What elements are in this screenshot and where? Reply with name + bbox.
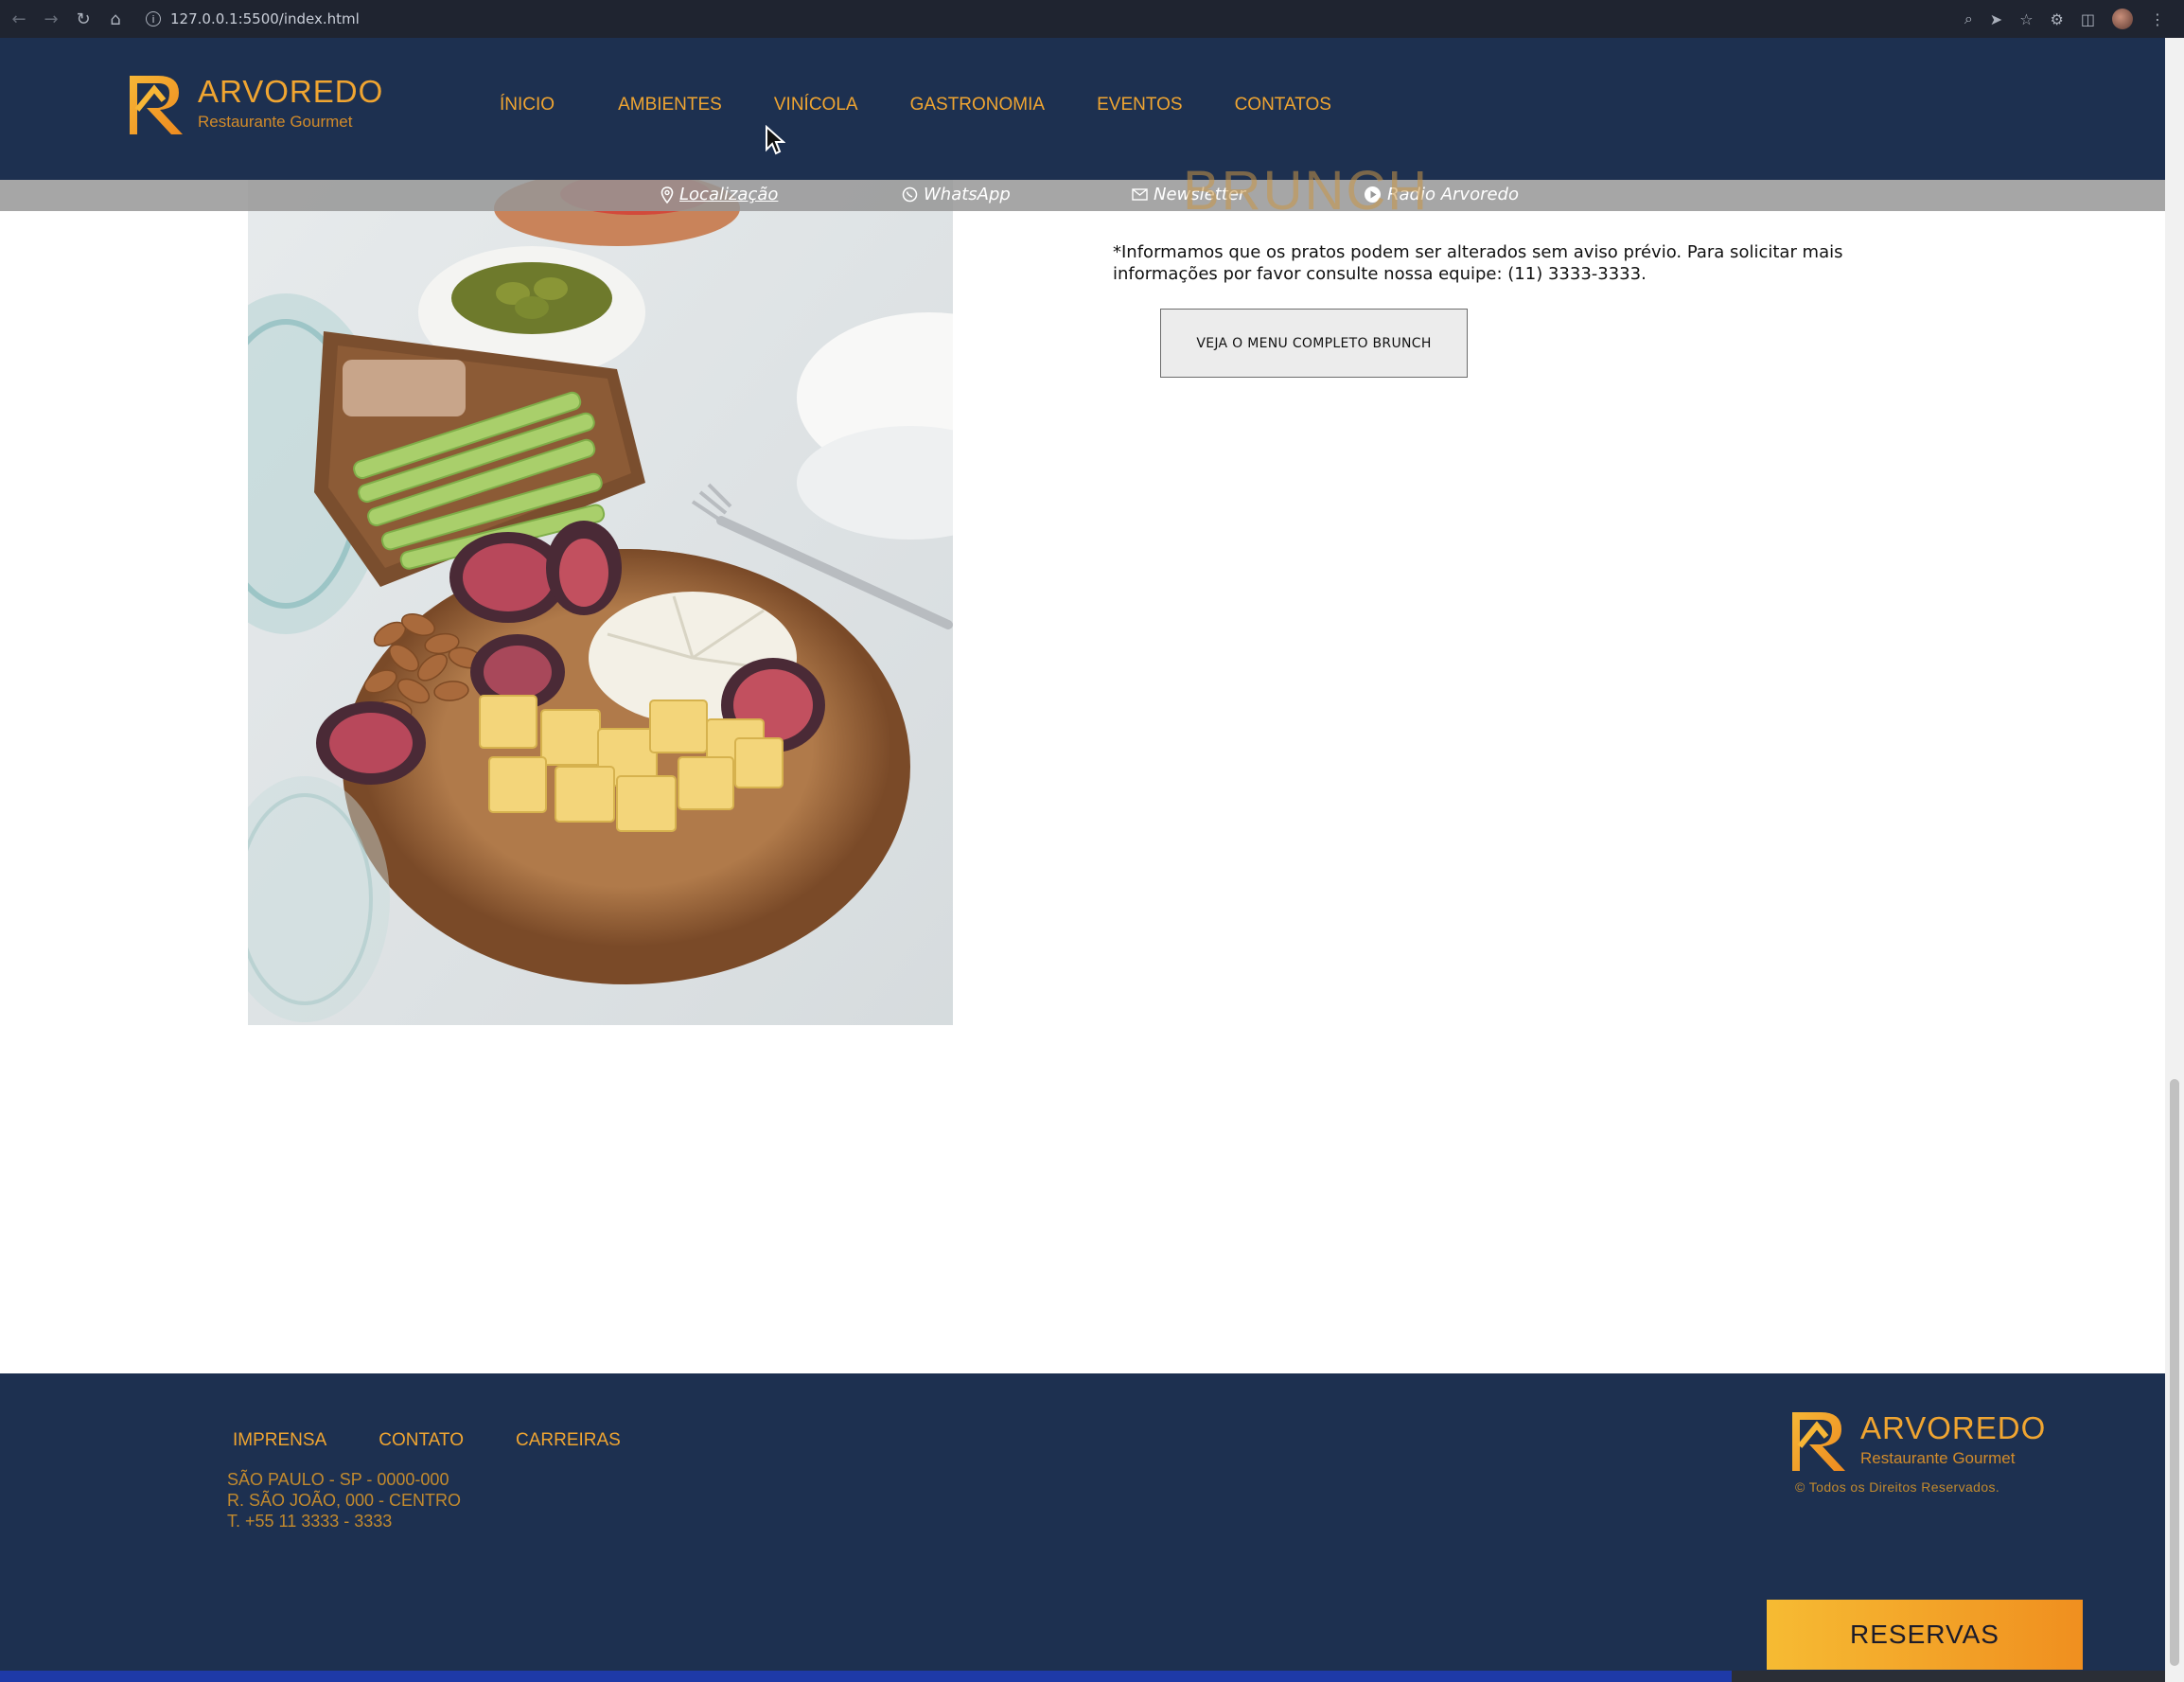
radio-label: Radio Arvoredo	[1387, 185, 1519, 204]
footer-logo[interactable]: ARVOREDO Restaurante Gourmet	[1788, 1408, 2046, 1471]
logo-subtitle: Restaurante Gourmet	[198, 112, 353, 131]
brunch-photo	[248, 180, 953, 1025]
address-bar[interactable]: i 127.0.0.1:5500/index.html	[146, 10, 360, 27]
zoom-icon[interactable]: ⌕	[1964, 9, 1973, 28]
footer-link-contato[interactable]: CONTATO	[379, 1430, 464, 1451]
url-text[interactable]: 127.0.0.1:5500/index.html	[170, 10, 360, 27]
footer-link-carreiras[interactable]: CARREIRAS	[516, 1430, 621, 1451]
back-icon[interactable]: ←	[6, 6, 32, 32]
arvoredo-logo-mark-icon	[130, 76, 183, 134]
site-info-icon[interactable]: i	[146, 11, 161, 27]
localizacao-link[interactable]: Localização	[660, 185, 778, 204]
page-scrollbar[interactable]	[2165, 38, 2184, 1682]
footer-links: IMPRENSA CONTATO CARREIRAS	[233, 1430, 621, 1451]
quick-links-bar: Localização WhatsApp Newsletter Radio Ar…	[0, 180, 2165, 211]
nav-gastronomia[interactable]: GASTRONOMIA	[910, 95, 1046, 115]
newsletter-label: Newsletter	[1154, 185, 1246, 204]
copyright-text: © Todos os Direitos Reservados.	[1795, 1479, 2000, 1495]
home-icon[interactable]: ⌂	[102, 6, 129, 32]
whatsapp-label: WhatsApp	[924, 185, 1011, 204]
whatsapp-icon	[902, 186, 918, 203]
play-circle-icon	[1365, 186, 1381, 203]
footer-link-imprensa[interactable]: IMPRENSA	[233, 1430, 326, 1451]
forward-icon[interactable]: →	[38, 6, 64, 32]
nav-ambientes[interactable]: AMBIENTES	[618, 95, 722, 115]
phone-line: T. +55 11 3333 - 3333	[227, 1512, 393, 1531]
nav-eventos[interactable]: EVENTOS	[1097, 95, 1182, 115]
footer-address: SÃO PAULO - SP - 0000-000 R. SÃO JOÃO, 0…	[227, 1469, 461, 1532]
newsletter-link[interactable]: Newsletter	[1132, 185, 1245, 204]
localizacao-label: Localização	[679, 185, 779, 204]
browser-toolbar: ← → ↻ ⌂ i 127.0.0.1:5500/index.html ⌕ ➤ …	[0, 0, 2184, 38]
arvoredo-logo-mark-icon	[1792, 1412, 1845, 1471]
bookmark-star-icon[interactable]: ☆	[2019, 10, 2033, 28]
kebab-menu-icon[interactable]: ⋮	[2150, 10, 2165, 28]
main-nav: ÍNICIO AMBIENTES VINÍCOLA GASTRONOMIA EV…	[500, 95, 1331, 115]
full-menu-button[interactable]: VEJA O MENU COMPLETO BRUNCH	[1160, 309, 1468, 378]
address-line: R. SÃO JOÃO, 000 - CENTRO	[227, 1491, 462, 1510]
taskbar-strip	[0, 1671, 2165, 1682]
nav-inicio[interactable]: ÍNICIO	[500, 95, 555, 115]
mail-icon	[1132, 188, 1148, 201]
side-panel-icon[interactable]: ◫	[2081, 10, 2095, 28]
reload-icon[interactable]: ↻	[70, 6, 97, 32]
scrollbar-thumb[interactable]	[2170, 1079, 2179, 1666]
nav-contatos[interactable]: CONTATOS	[1235, 95, 1331, 115]
radio-link[interactable]: Radio Arvoredo	[1364, 185, 1519, 204]
location-pin-icon	[660, 186, 674, 204]
extensions-icon[interactable]: ⚙	[2051, 10, 2064, 28]
logo-subtitle: Restaurante Gourmet	[1860, 1448, 2016, 1467]
nav-vinicola[interactable]: VINÍCOLA	[774, 95, 858, 115]
reservas-button[interactable]: RESERVAS	[1767, 1600, 2083, 1670]
share-icon[interactable]: ➤	[1990, 10, 2002, 28]
header-logo[interactable]: ARVOREDO Restaurante Gourmet	[126, 72, 383, 134]
menu-notice: *Informamos que os pratos podem ser alte…	[1113, 242, 1843, 284]
mouse-cursor-icon	[766, 125, 785, 155]
logo-brand: ARVOREDO	[198, 73, 384, 109]
whatsapp-link[interactable]: WhatsApp	[902, 185, 1011, 204]
address-line: SÃO PAULO - SP - 0000-000	[227, 1470, 449, 1489]
avatar[interactable]	[2112, 9, 2133, 29]
logo-brand: ARVOREDO	[1860, 1409, 2047, 1445]
site-header: ARVOREDO Restaurante Gourmet ÍNICIO AMBI…	[0, 38, 2165, 180]
